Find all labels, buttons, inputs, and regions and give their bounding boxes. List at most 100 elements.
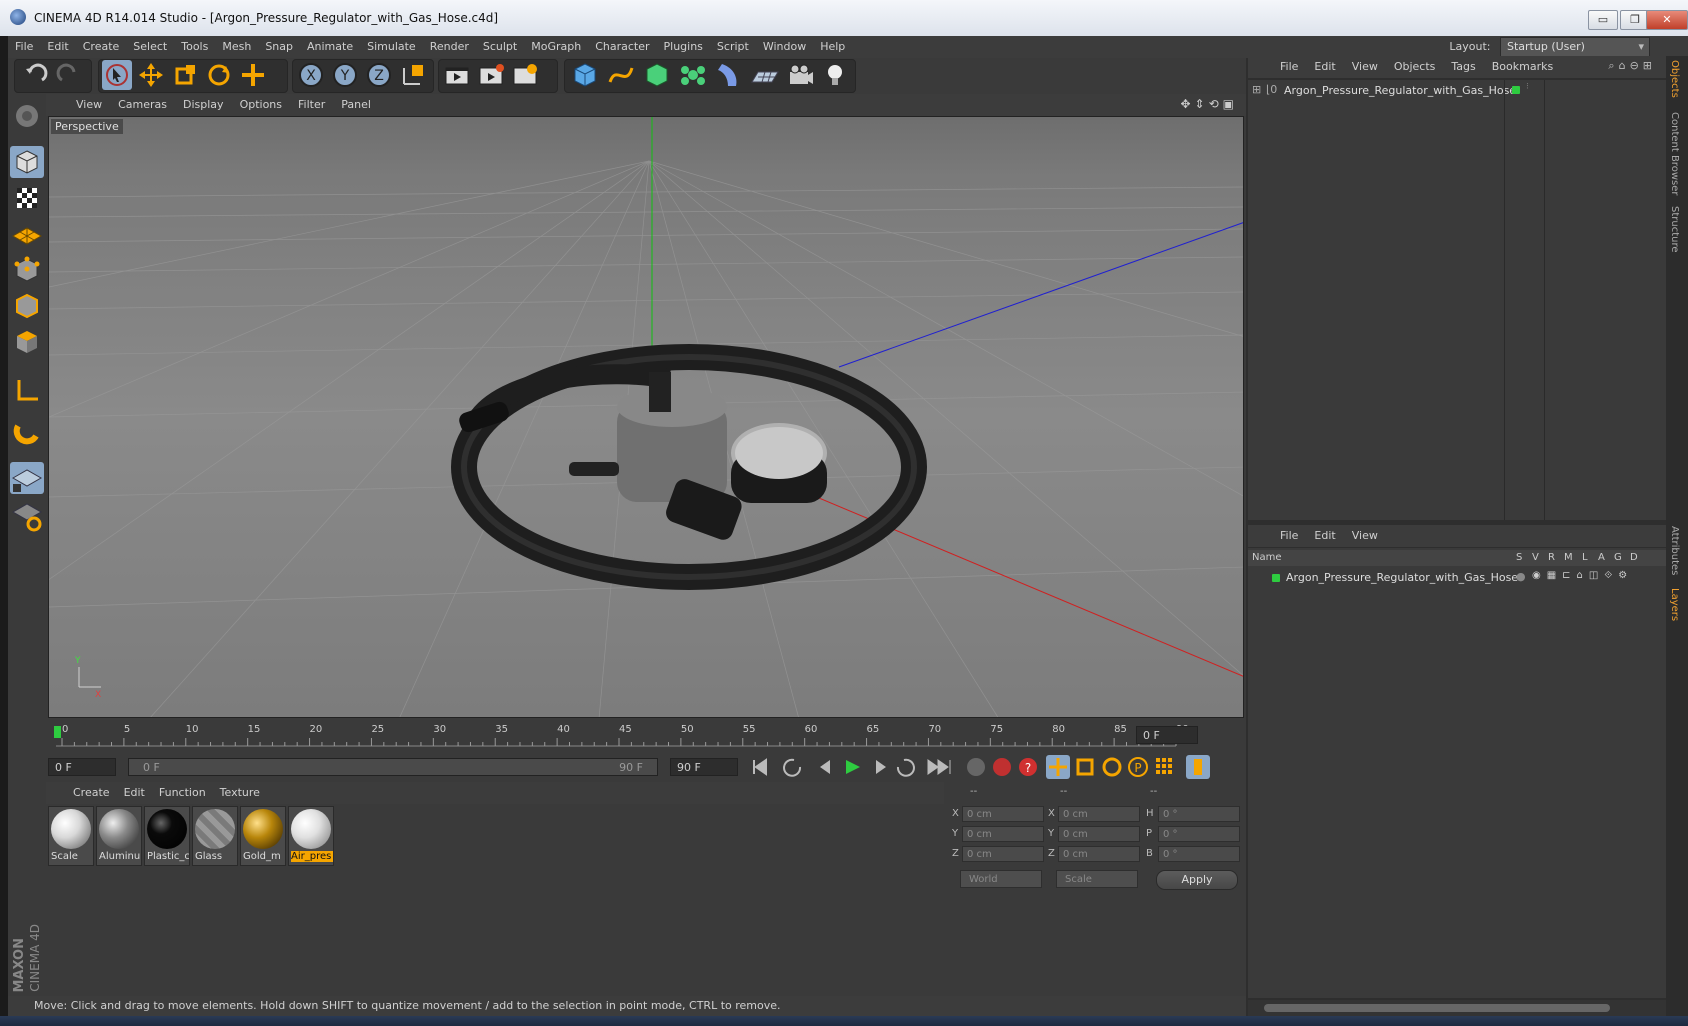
viewport-menu-cameras[interactable]: Cameras xyxy=(110,94,175,116)
solo-toggle-icon[interactable]: ● xyxy=(1516,570,1526,583)
col-name[interactable]: Name xyxy=(1252,550,1282,566)
material-swatch-selected[interactable]: Air_pres xyxy=(288,806,334,866)
scrollbar-thumb[interactable] xyxy=(1264,1004,1610,1012)
camera-icon[interactable] xyxy=(786,60,816,90)
model-mode-icon[interactable] xyxy=(10,146,44,178)
objects-menu-tags[interactable]: Tags xyxy=(1443,56,1483,78)
col-deformers[interactable]: D xyxy=(1630,550,1638,566)
viewport-menu-display[interactable]: Display xyxy=(175,94,232,116)
visibility-dot-icon[interactable] xyxy=(1512,86,1520,94)
apply-button[interactable]: Apply xyxy=(1156,870,1238,890)
menu-render[interactable]: Render xyxy=(423,36,476,58)
locked-workplane-icon[interactable] xyxy=(10,462,44,494)
menu-file[interactable]: File xyxy=(8,36,40,58)
tab-objects[interactable]: Objects xyxy=(1669,60,1680,98)
rotate-tool-icon[interactable] xyxy=(204,60,234,90)
tab-layers[interactable]: Layers xyxy=(1669,588,1680,621)
pos-y-field[interactable]: 0 cm xyxy=(962,826,1044,842)
spline-icon[interactable] xyxy=(606,60,636,90)
menu-mograph[interactable]: MoGraph xyxy=(524,36,588,58)
objects-menu-file[interactable]: File xyxy=(1272,56,1306,78)
cube-primitive-icon[interactable] xyxy=(570,60,600,90)
object-name[interactable]: Argon_Pressure_Regulator_with_Gas_Hose xyxy=(1284,84,1516,97)
menu-animate[interactable]: Animate xyxy=(300,36,360,58)
rot-h-field[interactable]: 0 ° xyxy=(1158,806,1240,822)
menu-create[interactable]: Create xyxy=(76,36,127,58)
horizontal-scrollbar[interactable] xyxy=(1248,1000,1666,1016)
objects-menu-bookmarks[interactable]: Bookmarks xyxy=(1484,56,1561,78)
menu-window[interactable]: Window xyxy=(756,36,813,58)
col-manager[interactable]: M xyxy=(1564,550,1573,566)
menu-script[interactable]: Script xyxy=(710,36,756,58)
viewport-menu-filter[interactable]: Filter xyxy=(290,94,333,116)
layer-name[interactable]: Argon_Pressure_Regulator_with_Gas_Hose xyxy=(1286,571,1518,584)
nurbs-icon[interactable] xyxy=(642,60,672,90)
layers-menu-file[interactable]: File xyxy=(1272,525,1306,547)
size-y-field[interactable]: 0 cm xyxy=(1058,826,1140,842)
col-locked[interactable]: L xyxy=(1582,550,1588,566)
expand-toggle-icon[interactable]: ⊞ xyxy=(1252,83,1261,96)
size-x-field[interactable]: 0 cm xyxy=(1058,806,1140,822)
viewport-label[interactable]: Perspective xyxy=(51,119,123,134)
objects-menu-objects[interactable]: Objects xyxy=(1386,56,1444,78)
viewport-menu-options[interactable]: Options xyxy=(232,94,290,116)
preview-range-slider[interactable]: 0 F 90 F xyxy=(128,758,658,776)
menu-select[interactable]: Select xyxy=(126,36,174,58)
tab-structure[interactable]: Structure xyxy=(1669,206,1680,253)
menu-snap[interactable]: Snap xyxy=(258,36,300,58)
menu-help[interactable]: Help xyxy=(813,36,852,58)
search-icon[interactable]: ⌕⌂⊖⊞ xyxy=(1608,59,1656,73)
edges-mode-icon[interactable] xyxy=(10,290,44,322)
rot-p-field[interactable]: 0 ° xyxy=(1158,826,1240,842)
menu-mesh[interactable]: Mesh xyxy=(215,36,258,58)
viewport-nav-icons[interactable]: ✥⇕⟲▣ xyxy=(1180,97,1238,111)
render-settings-icon[interactable] xyxy=(510,60,540,90)
col-solo[interactable]: S xyxy=(1516,550,1522,566)
layer-color-icon[interactable] xyxy=(1272,574,1280,582)
redo-icon[interactable] xyxy=(54,60,84,90)
pos-z-field[interactable]: 0 cm xyxy=(962,846,1044,862)
start-frame-field[interactable]: 0 F xyxy=(48,758,116,776)
size-z-field[interactable]: 0 cm xyxy=(1058,846,1140,862)
layers-menu-view[interactable]: View xyxy=(1344,525,1386,547)
menu-edit[interactable]: Edit xyxy=(40,36,75,58)
layer-row[interactable]: Argon_Pressure_Regulator_with_Gas_Hose ●… xyxy=(1248,570,1666,586)
menu-plugins[interactable]: Plugins xyxy=(657,36,710,58)
material-menu-texture[interactable]: Texture xyxy=(213,782,267,804)
x-axis-lock-icon[interactable]: X xyxy=(296,60,326,90)
make-editable-icon[interactable] xyxy=(10,100,44,132)
floor-environment-icon[interactable] xyxy=(750,60,780,90)
current-frame-field[interactable]: 0 F xyxy=(1136,726,1198,744)
menu-simulate[interactable]: Simulate xyxy=(360,36,423,58)
y-axis-lock-icon[interactable]: Y xyxy=(330,60,360,90)
minimize-button[interactable]: ▭ xyxy=(1588,10,1618,30)
col-render[interactable]: R xyxy=(1548,550,1555,566)
col-generators[interactable]: G xyxy=(1614,550,1622,566)
layer-flags-icons[interactable]: ◉▦⊏⌂◫⟐⚙ xyxy=(1532,570,1633,581)
material-menu-function[interactable]: Function xyxy=(152,782,213,804)
layout-select[interactable]: Startup (User) xyxy=(1500,37,1650,57)
menu-character[interactable]: Character xyxy=(588,36,656,58)
material-swatch[interactable]: Gold_m xyxy=(240,806,286,866)
3d-viewport[interactable]: Y X Perspective xyxy=(48,116,1244,718)
material-swatch[interactable]: Scale xyxy=(48,806,94,866)
snap-magnet-icon[interactable] xyxy=(10,416,44,448)
playhead[interactable] xyxy=(54,726,61,738)
axis-mode-icon[interactable] xyxy=(10,374,44,406)
material-menu-create[interactable]: Create xyxy=(66,782,117,804)
z-axis-lock-icon[interactable]: Z xyxy=(364,60,394,90)
undo-icon[interactable] xyxy=(20,60,50,90)
tab-attributes[interactable]: Attributes xyxy=(1669,526,1680,575)
render-dots-icon[interactable]: ⁝ xyxy=(1526,82,1529,92)
planar-workplane-icon[interactable] xyxy=(10,500,44,532)
col-view[interactable]: V xyxy=(1532,550,1539,566)
live-selection-icon[interactable] xyxy=(102,60,132,90)
scale-tool-icon[interactable] xyxy=(170,60,200,90)
points-mode-icon[interactable] xyxy=(10,254,44,286)
object-tree-row[interactable]: ⊞ ⌊0 Argon_Pressure_Regulator_with_Gas_H… xyxy=(1248,82,1666,100)
menu-sculpt[interactable]: Sculpt xyxy=(476,36,524,58)
workplane-icon[interactable] xyxy=(10,218,44,250)
pos-x-field[interactable]: 0 cm xyxy=(962,806,1044,822)
viewport-menu-view[interactable]: View xyxy=(68,94,110,116)
close-button[interactable]: ✕ xyxy=(1646,10,1688,30)
